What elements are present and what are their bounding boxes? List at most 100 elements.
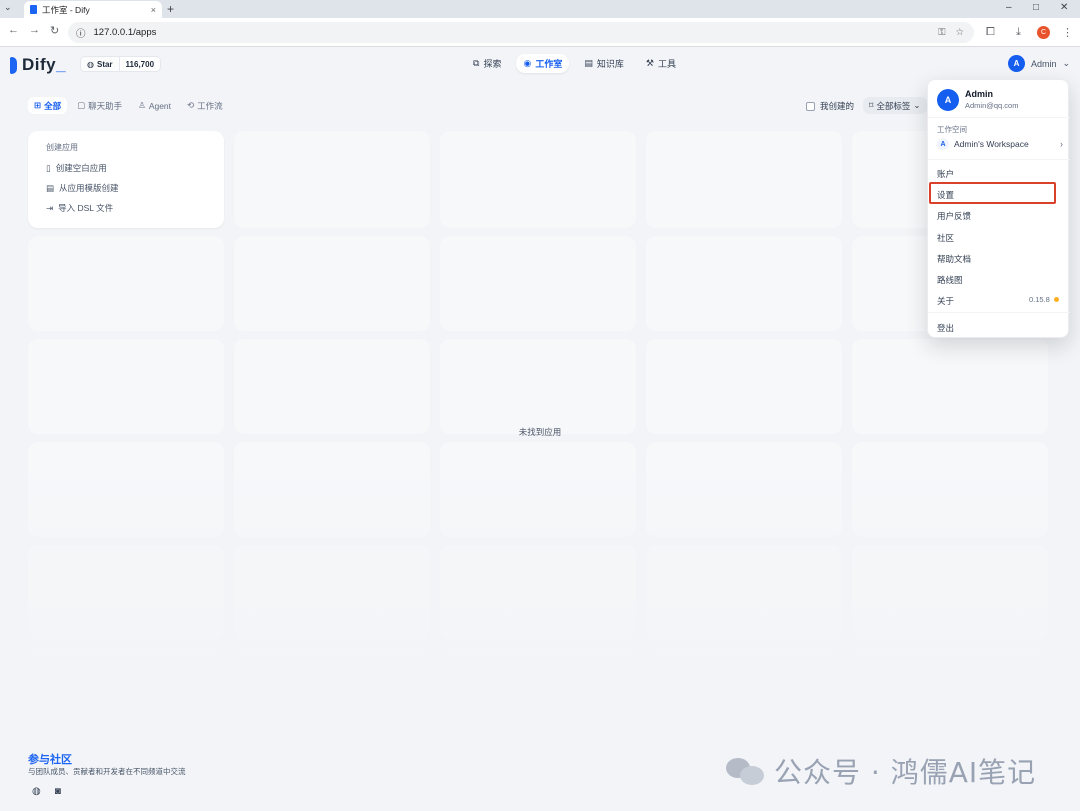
nav-explore[interactable]: ⧉ 探索 — [466, 54, 508, 73]
workspace-name: Admin's Workspace — [954, 139, 1029, 149]
tag-filter-select[interactable]: ⌑ 全部标签 ⌄ — [863, 97, 927, 114]
import-dsl-label: 导入 DSL 文件 — [58, 203, 114, 213]
dify-logo-mark-icon — [10, 56, 17, 74]
tab-chatbot[interactable]: ▢ 聊天助手 — [71, 97, 128, 114]
robot-icon: ◉ — [523, 58, 532, 68]
tab-workflow[interactable]: ⟲ 工作流 — [181, 97, 229, 114]
wechat-icon — [726, 756, 766, 786]
hammer-icon: ⚒ — [645, 58, 654, 68]
placeholder-card — [234, 236, 430, 331]
workspace-switcher[interactable]: A Admin's Workspace › — [937, 138, 1063, 150]
tab-agent[interactable]: ♙ Agent — [132, 97, 177, 114]
chevron-right-icon: › — [1060, 139, 1063, 149]
menu-item-logout[interactable]: 登出 — [937, 322, 954, 334]
browser-menu-icon[interactable]: ⋮ — [1062, 26, 1073, 39]
placeholder-card — [440, 339, 636, 434]
community-links: ◍ ◙ — [32, 786, 61, 797]
nav-knowledge-label: 知识库 — [596, 59, 624, 69]
dify-logo[interactable]: Dify_ — [10, 55, 66, 75]
divider — [928, 117, 1070, 118]
menu-item-account[interactable]: 账户 — [937, 168, 954, 180]
menu-item-roadmap[interactable]: 路线图 — [937, 274, 963, 286]
book-icon: ▤ — [584, 58, 593, 68]
menu-item-about[interactable]: 关于 — [937, 295, 954, 307]
version-badge: 0.15.8 — [1029, 295, 1059, 304]
checkbox-box[interactable] — [806, 101, 815, 111]
tab-all-label: 全部 — [44, 100, 62, 111]
placeholder-card — [234, 131, 430, 228]
menu-item-feedback[interactable]: 用户反馈 — [937, 210, 971, 222]
browser-tab[interactable]: 工作室 - Dify × — [24, 1, 162, 18]
tag-filter-label: 全部标签 — [876, 100, 911, 111]
nav-tools-label: 工具 — [657, 59, 676, 69]
bookmark-star-icon[interactable]: ☆ — [955, 27, 964, 38]
placeholder-card — [646, 131, 842, 228]
github-star-button[interactable]: ◍ Star 116,700 — [80, 56, 162, 72]
tab-close-icon[interactable]: × — [151, 5, 156, 15]
address-bar[interactable]: ⓘ 127.0.0.1/apps ⚿ ☆ — [68, 22, 974, 43]
tab-all[interactable]: ⊞ 全部 — [28, 97, 68, 114]
github-icon: ◍ — [87, 59, 94, 69]
create-from-template-button[interactable]: ▤ 从应用模版创建 — [46, 178, 206, 198]
file-icon: ▯ — [46, 162, 51, 173]
tag-icon: ⌑ — [869, 100, 874, 110]
create-app-title: 创建应用 — [46, 143, 78, 152]
forward-button[interactable]: → — [29, 24, 40, 36]
empty-state-text: 未找到应用 — [518, 427, 562, 437]
created-by-me-label: 我创建的 — [820, 101, 855, 111]
placeholder-card — [234, 339, 430, 434]
tab-title: 工作室 - Dify — [42, 4, 90, 15]
nav-tools[interactable]: ⚒ 工具 — [639, 54, 683, 73]
discord-icon[interactable]: ◙ — [55, 786, 61, 797]
placeholder-card — [28, 236, 224, 331]
download-icon[interactable]: ⤓ — [1016, 26, 1021, 39]
maximize-button[interactable]: □ — [1033, 2, 1039, 13]
agent-icon: ♙ — [138, 100, 146, 110]
tab-search-icon[interactable]: ⌄ — [4, 2, 12, 13]
browser-tab-strip — [0, 0, 1080, 18]
tab-workflow-label: 工作流 — [197, 100, 223, 111]
grid-icon: ⊞ — [34, 100, 42, 110]
menu-item-community[interactable]: 社区 — [937, 232, 954, 244]
create-app-card: 创建应用 ▯ 创建空白应用 ▤ 从应用模版创建 ⇥ 导入 DSL 文件 — [28, 131, 224, 228]
workflow-icon: ⟲ — [187, 100, 195, 110]
community-subtitle: 与团队成员、贡献者和开发者在不同频道中交流 — [28, 767, 186, 776]
create-blank-app-button[interactable]: ▯ 创建空白应用 — [46, 158, 206, 178]
nav-knowledge[interactable]: ▤ 知识库 — [577, 54, 631, 73]
divider — [928, 312, 1070, 313]
reload-button[interactable]: ↻ — [50, 24, 59, 37]
browser-profile-avatar[interactable]: C — [1037, 26, 1050, 39]
new-tab-button[interactable]: + — [167, 2, 174, 16]
app-type-tabs: ⊞ 全部 ▢ 聊天助手 ♙ Agent ⟲ 工作流 — [28, 97, 229, 114]
compass-icon: ⧉ — [473, 58, 480, 68]
site-info-icon[interactable]: ⓘ — [76, 26, 86, 40]
import-dsl-button[interactable]: ⇥ 导入 DSL 文件 — [46, 198, 206, 218]
placeholder-card — [28, 339, 224, 434]
create-template-label: 从应用模版创建 — [59, 183, 119, 193]
menu-item-help-docs[interactable]: 帮助文档 — [937, 253, 971, 265]
chevron-down-icon: ⌄ — [913, 100, 921, 110]
logo-text: Dify — [22, 55, 57, 74]
close-window-button[interactable]: ✕ — [1060, 2, 1068, 13]
divider — [928, 159, 1070, 160]
version-text: 0.15.8 — [1029, 295, 1050, 304]
user-menu-button[interactable]: A Admin ⌄ — [1008, 55, 1070, 72]
placeholder-card — [440, 236, 636, 331]
template-icon: ▤ — [46, 182, 55, 193]
extensions-icon[interactable]: ⧠ — [986, 26, 995, 39]
password-key-icon[interactable]: ⚿ — [938, 27, 945, 38]
minimize-button[interactable]: – — [1006, 2, 1012, 13]
user-name: Admin — [1031, 58, 1057, 69]
watermark-text: 公众号 · 鸿儒AI笔记 — [774, 756, 1037, 789]
dropdown-user-name: Admin — [965, 89, 993, 99]
github-icon[interactable]: ◍ — [32, 786, 41, 797]
watermark: 公众号 · 鸿儒AI笔记 — [726, 751, 1036, 791]
workspace-section-label: 工作空间 — [937, 125, 967, 134]
chat-icon: ▢ — [77, 100, 86, 110]
settings-highlight-box — [929, 182, 1056, 204]
created-by-me-checkbox[interactable]: 我创建的 — [806, 100, 854, 112]
nav-studio[interactable]: ◉ 工作室 — [516, 54, 570, 73]
back-button[interactable]: ← — [8, 24, 19, 36]
tab-agent-label: Agent — [148, 100, 172, 111]
nav-studio-label: 工作室 — [535, 59, 563, 69]
